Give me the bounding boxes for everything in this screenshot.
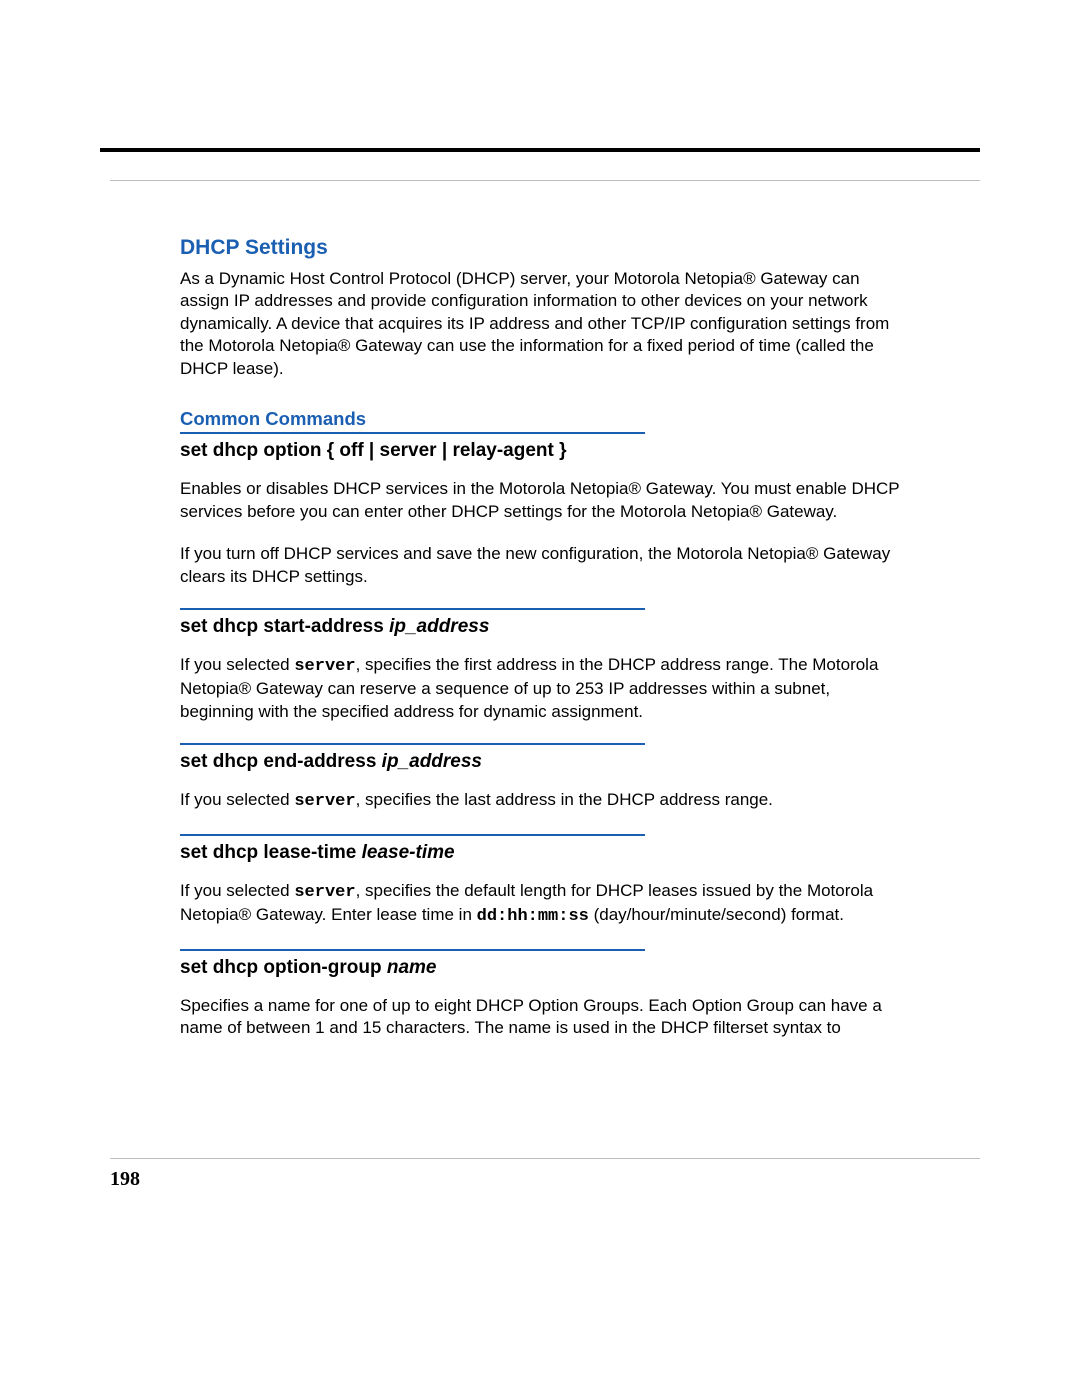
cmd-head-arg: lease-time bbox=[362, 842, 455, 863]
mono-run: server bbox=[294, 792, 355, 811]
content-block: DHCP Settings As a Dynamic Host Control … bbox=[180, 236, 900, 1059]
blue-rule bbox=[180, 608, 645, 610]
page: DHCP Settings As a Dynamic Host Control … bbox=[0, 0, 1080, 1397]
cmd-paragraph: If you selected server, specifies the la… bbox=[180, 789, 900, 813]
cmd-heading: set dhcp option { off | server | relay-a… bbox=[180, 440, 900, 462]
cmd-head-prefix: set dhcp start-address bbox=[180, 616, 389, 637]
cmd-heading: set dhcp option-group name bbox=[180, 957, 900, 979]
text-run: If you selected bbox=[180, 881, 294, 900]
blue-rule bbox=[180, 834, 645, 836]
cmd-heading: set dhcp end-address ip_address bbox=[180, 751, 900, 773]
cmd-heading: set dhcp start-address ip_address bbox=[180, 616, 900, 638]
footer-hairline bbox=[110, 1158, 980, 1159]
text-run: , specifies the last address in the DHCP… bbox=[356, 790, 773, 809]
cmd-heading: set dhcp lease-time lease-time bbox=[180, 842, 900, 864]
cmd-paragraph: Enables or disables DHCP services in the… bbox=[180, 478, 900, 523]
cmd-head-arg: ip_address bbox=[382, 751, 482, 772]
cmd-head-prefix: set dhcp option-group bbox=[180, 957, 387, 978]
cmd-head-prefix: set dhcp end-address bbox=[180, 751, 382, 772]
intro-paragraph: As a Dynamic Host Control Protocol (DHCP… bbox=[180, 268, 900, 380]
cmd-head-prefix: set dhcp lease-time bbox=[180, 842, 362, 863]
page-number: 198 bbox=[110, 1168, 140, 1191]
cmd-paragraph: If you turn off DHCP services and save t… bbox=[180, 543, 900, 588]
mono-run: dd:hh:mm:ss bbox=[477, 907, 589, 926]
cmd-paragraph: Specifies a name for one of up to eight … bbox=[180, 995, 900, 1040]
mono-run: server bbox=[294, 657, 355, 676]
cmd-paragraph: If you selected server, specifies the de… bbox=[180, 880, 900, 929]
cmd-head-arg: name bbox=[387, 957, 437, 978]
top-hairline bbox=[110, 180, 980, 181]
blue-rule bbox=[180, 949, 645, 951]
mono-run: server bbox=[294, 883, 355, 902]
section-title: DHCP Settings bbox=[180, 236, 900, 260]
text-run: If you selected bbox=[180, 655, 294, 674]
text-run: (day/hour/minute/second) format. bbox=[589, 905, 844, 924]
blue-rule bbox=[180, 743, 645, 745]
text-run: If you selected bbox=[180, 790, 294, 809]
blue-rule bbox=[180, 432, 645, 434]
top-thick-rule bbox=[100, 148, 980, 152]
cmd-paragraph: If you selected server, specifies the fi… bbox=[180, 654, 900, 723]
subsection-title: Common Commands bbox=[180, 408, 900, 430]
cmd-head-arg: ip_address bbox=[389, 616, 489, 637]
